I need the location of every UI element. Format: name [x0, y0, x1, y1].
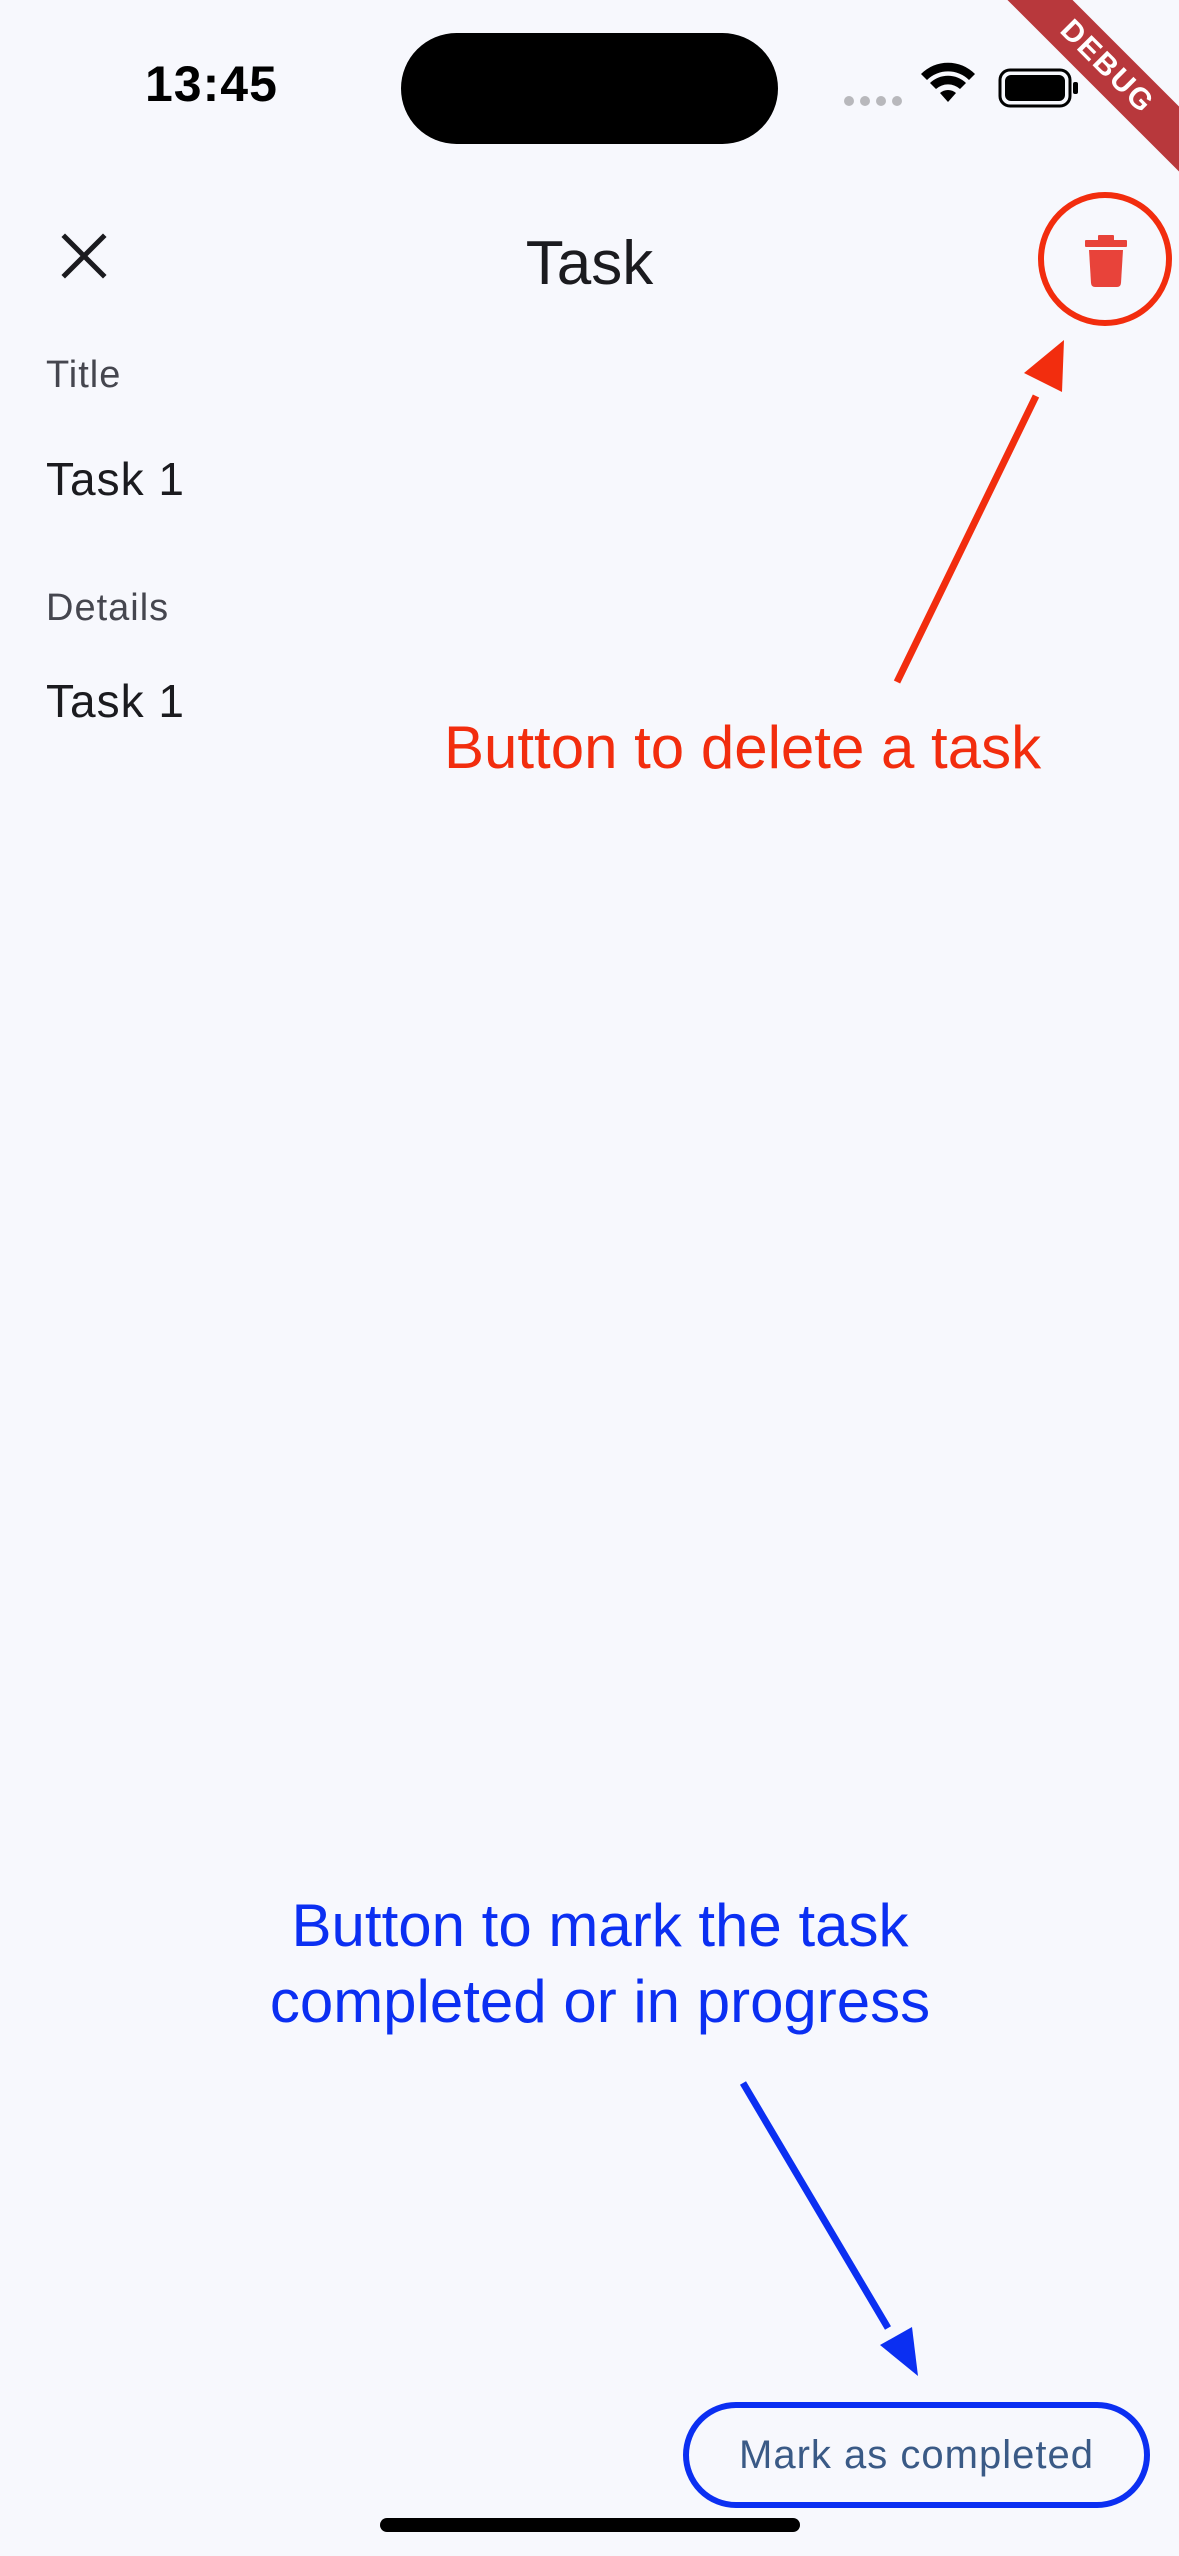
mark-arrow-head: [880, 2327, 918, 2376]
delete-arrow-head: [1024, 340, 1064, 392]
mark-arrow-line: [739, 2081, 892, 2330]
mark-completed-button[interactable]: Mark as completed: [683, 2402, 1150, 2508]
delete-arrow-line: [893, 394, 1040, 684]
annotation-arrows: [739, 340, 1064, 2376]
home-indicator: [380, 2518, 800, 2532]
